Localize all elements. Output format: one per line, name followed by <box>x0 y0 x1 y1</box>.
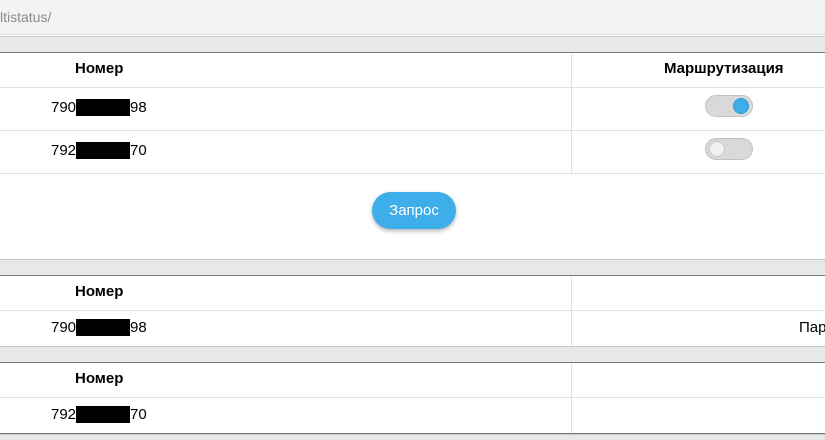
phone-suffix: 70 <box>130 141 147 159</box>
routing-toggle[interactable] <box>705 95 753 117</box>
phone-number: 790 98 <box>51 317 147 337</box>
request-button[interactable]: Запрос <box>372 192 456 229</box>
redaction-mask <box>76 405 131 423</box>
phone-prefix: 790 <box>51 98 77 116</box>
toggle-knob <box>709 141 725 157</box>
column-divider <box>571 276 572 346</box>
table-row: 790 98 Пар <box>0 311 825 347</box>
toggle-knob <box>733 98 749 114</box>
phone-number: 790 98 <box>51 97 147 117</box>
redaction-mask <box>76 318 131 336</box>
column-header-number: Номер <box>75 60 124 77</box>
phone-suffix: 70 <box>130 405 147 423</box>
routing-toggle[interactable] <box>705 138 753 160</box>
table-header-band <box>0 36 825 53</box>
url-text: ltistatus/ <box>0 9 52 25</box>
table-row: 792 70 <box>0 398 825 434</box>
phone-prefix: 792 <box>51 405 77 423</box>
column-divider <box>571 53 572 174</box>
table-header-band <box>0 346 825 363</box>
phone-prefix: 792 <box>51 141 77 159</box>
phone-number: 792 70 <box>51 404 147 424</box>
phone-suffix: 98 <box>130 98 147 116</box>
column-header-number: Номер <box>75 283 124 300</box>
table-row: 790 98 <box>0 88 825 131</box>
result-table-header-row: Номер <box>0 363 825 398</box>
phone-number: 792 70 <box>51 140 147 160</box>
table-row: 792 70 <box>0 131 825 174</box>
redaction-mask <box>76 98 131 116</box>
status-value: Пар <box>799 319 825 336</box>
phone-suffix: 98 <box>130 318 147 336</box>
column-divider <box>571 363 572 433</box>
column-header-routing: Маршрутизация <box>664 60 784 77</box>
table-header-band <box>0 259 825 276</box>
table-header-band <box>0 434 825 440</box>
column-header-number: Номер <box>75 370 124 387</box>
phone-prefix: 790 <box>51 318 77 336</box>
result-table-header-row: Номер <box>0 276 825 311</box>
redaction-mask <box>76 141 131 159</box>
routing-table-header-row: Номер Маршрутизация <box>0 53 825 88</box>
address-bar[interactable]: ltistatus/ <box>0 0 825 35</box>
